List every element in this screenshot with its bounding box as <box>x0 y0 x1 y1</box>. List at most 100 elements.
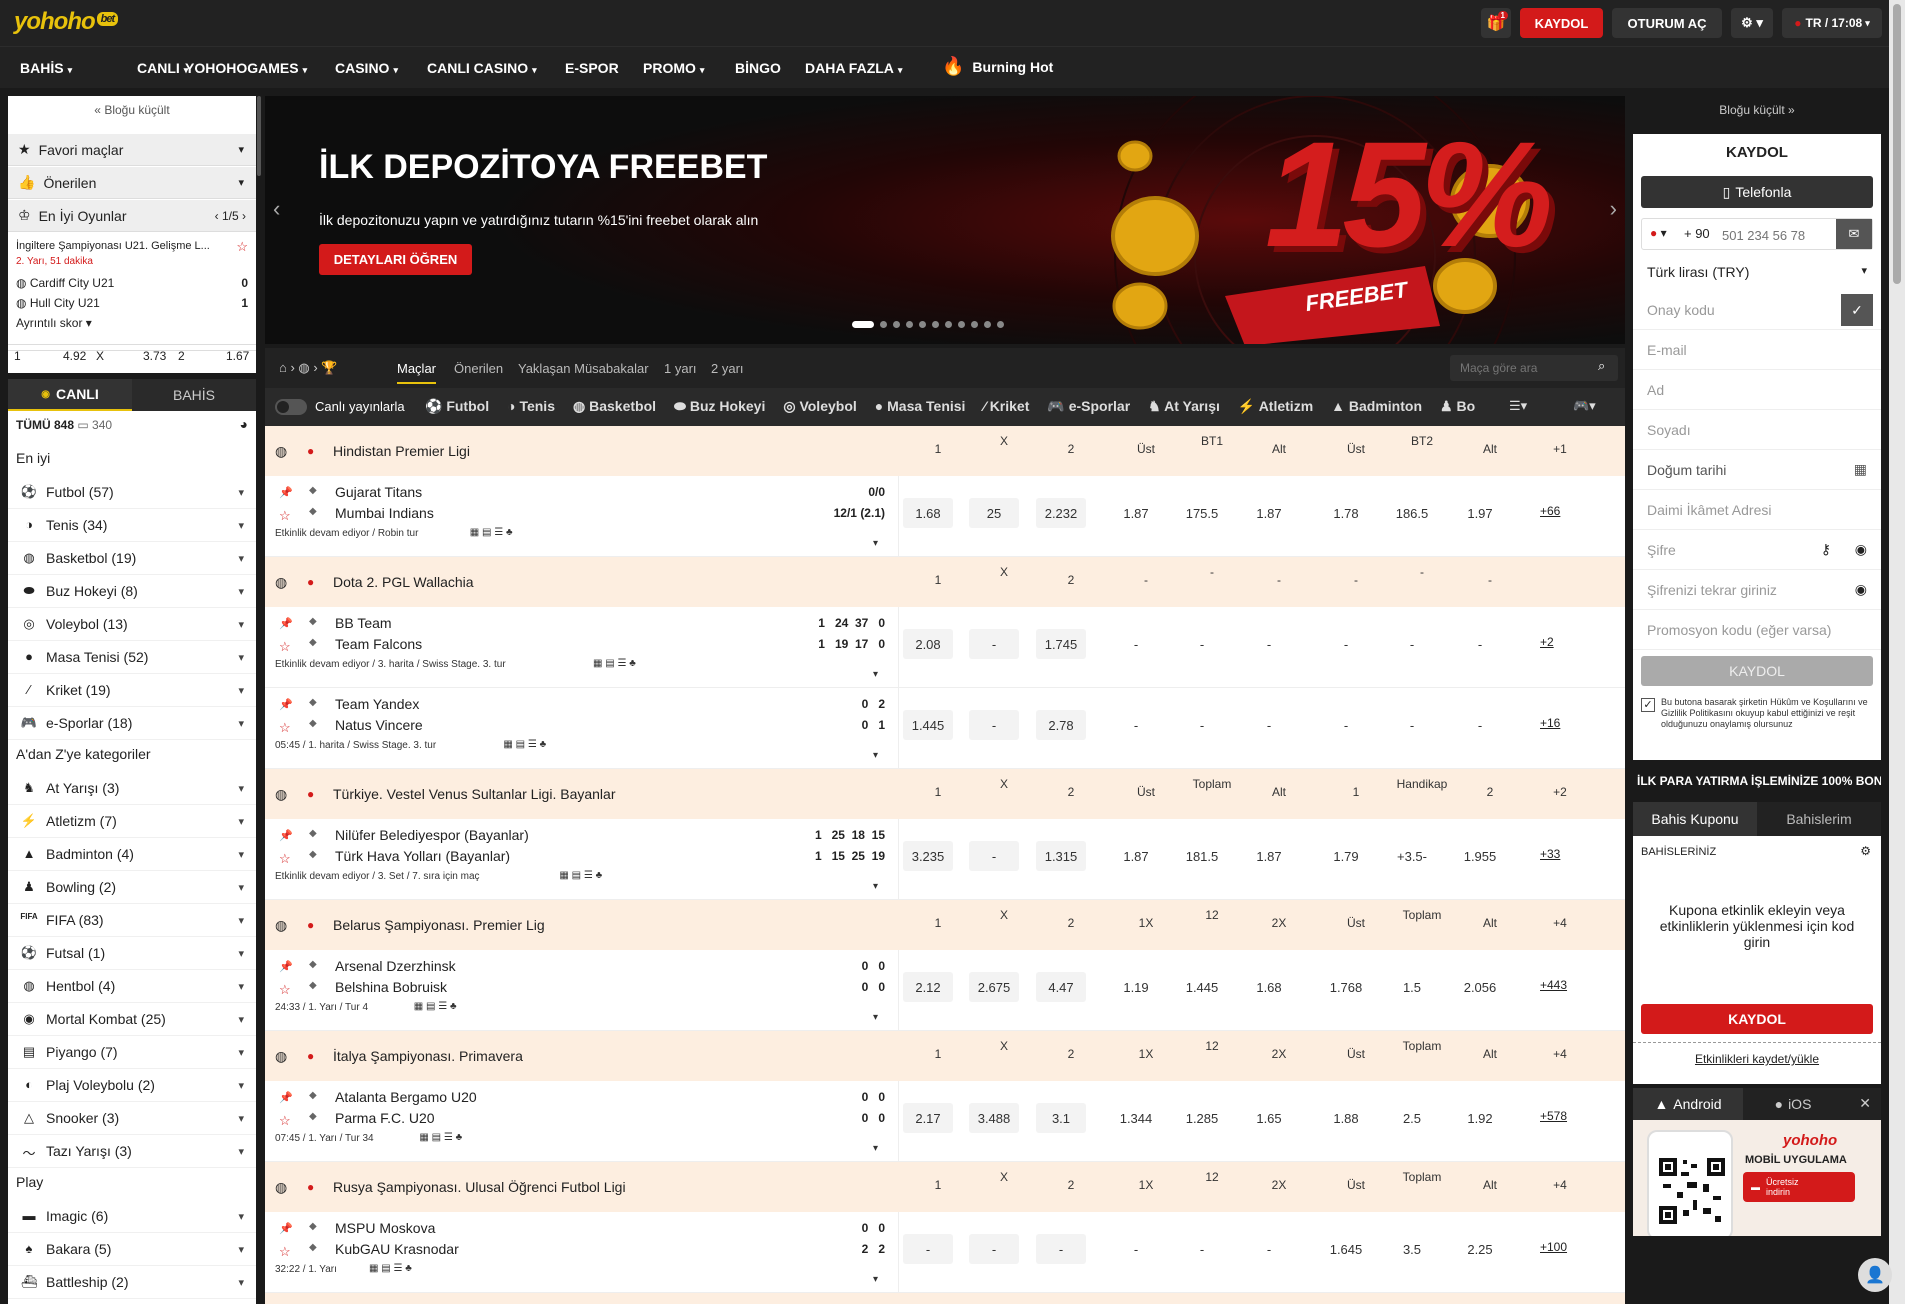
az-item-snooker[interactable]: △ Snooker (3) ▾ <box>8 1102 256 1135</box>
more-markets-link[interactable]: +2 <box>1540 635 1554 649</box>
odd-button[interactable]: - <box>1321 710 1371 740</box>
more-markets-link[interactable]: +100 <box>1540 1240 1567 1254</box>
sport-tab-basketbol[interactable]: ◍ Basketbol <box>573 398 656 415</box>
banner-dots[interactable] <box>852 321 1004 328</box>
odd-button[interactable]: - <box>1244 1234 1294 1264</box>
league-header[interactable]: ◍ ● Belarus Şampiyonası. Premier Lig 1 X 2 1X 1… <box>265 900 1625 950</box>
stats-icon[interactable]: ▦ ▤ ☰ ♣ <box>503 739 546 750</box>
favorite-star-icon[interactable]: ☆ <box>279 639 291 655</box>
banner-next-icon[interactable]: › <box>1610 196 1617 222</box>
odd-button[interactable]: 2.5 <box>1387 1103 1437 1133</box>
close-icon[interactable]: ✕ <box>1859 1095 1871 1112</box>
nav-bingo[interactable]: BİNGO <box>735 60 781 76</box>
odd-button[interactable]: - <box>969 629 1019 659</box>
key-icon[interactable]: ⚷ <box>1821 541 1831 558</box>
home-icon[interactable]: ⌂ <box>279 360 287 375</box>
odd-button[interactable]: 1.87 <box>1111 498 1161 528</box>
tab-onerilen[interactable]: Önerilen <box>454 361 503 376</box>
collapse-right-button[interactable]: Bloğu küçült » <box>1633 96 1881 124</box>
sport-item-futbol[interactable]: ⚽ Futbol (57) ▾ <box>8 476 256 509</box>
odd-button[interactable]: - <box>1177 1234 1227 1264</box>
check-icon[interactable]: ✓ <box>1841 294 1873 326</box>
sport-tab-buz-hokeyi[interactable]: ⬬ Buz Hokeyi <box>674 398 765 415</box>
odd-button[interactable]: - <box>1321 629 1371 659</box>
odd-button[interactable]: 1.19 <box>1111 972 1161 1002</box>
save-load-link[interactable]: Etkinlikleri kaydet/yükle <box>1633 1052 1881 1066</box>
sport-tab-bowling[interactable]: ♟ Bo <box>1440 398 1475 415</box>
az-item-fifa[interactable]: FIFA FIFA (83) ▾ <box>8 904 256 937</box>
sport-item-e-sporlar[interactable]: 🎮 e-Sporlar (18) ▾ <box>8 707 256 740</box>
banner-dot[interactable] <box>932 321 939 328</box>
league-header[interactable]: ◍ ● Hindistan Premier Ligi 1 X 2 Üst BT1 Alt Üst B… <box>265 426 1625 476</box>
pin-icon[interactable]: 📌 <box>279 960 293 973</box>
favorites-header[interactable]: ★ Favori maçlar ▾ <box>8 134 256 166</box>
odd-button[interactable]: 1.285 <box>1177 1103 1227 1133</box>
password-repeat-field[interactable]: Şifrenizi tekrar giriniz ◉ <box>1633 570 1881 610</box>
odd-button[interactable]: 1.68 <box>903 498 953 528</box>
first-name-field[interactable]: Ad <box>1633 370 1881 410</box>
sport-tab-kriket[interactable]: ⁄ Kriket <box>983 398 1029 415</box>
odd-button[interactable]: - <box>1111 629 1161 659</box>
top-games-pager[interactable]: ‹ 1/5 › <box>215 209 246 223</box>
odd-button[interactable]: 3.488 <box>969 1103 1019 1133</box>
nav-promo[interactable]: PROMO ▾ <box>643 60 704 76</box>
league-header[interactable]: ◍ ● Türkiye. Vestel Venus Sultanlar Ligi. … <box>265 769 1625 819</box>
expand-chevron-icon[interactable]: ▾ <box>873 881 878 892</box>
odd-button[interactable]: 2.12 <box>903 972 953 1002</box>
tab-android[interactable]: ▲ Android <box>1633 1088 1743 1120</box>
register-button[interactable]: KAYDOL <box>1520 8 1603 38</box>
odd-button[interactable]: 1.315 <box>1036 841 1086 871</box>
more-markets-link[interactable]: +16 <box>1540 716 1560 730</box>
odd-button[interactable]: 1.65 <box>1244 1103 1294 1133</box>
login-button[interactable]: OTURUM AÇ <box>1612 8 1722 38</box>
expand-chevron-icon[interactable]: ▾ <box>873 750 878 761</box>
event-row[interactable]: 📌 ☆ ◆ ◆ BB Team Team Falcons 1 24 37 0 1 19 17 … <box>265 607 1625 688</box>
favorite-star-icon[interactable]: ☆ <box>279 508 291 524</box>
favorite-star-icon[interactable]: ☆ <box>279 851 291 867</box>
sport-item-tenis[interactable]: ◑ Tenis (34) ▾ <box>8 509 256 542</box>
pin-icon[interactable]: 📌 <box>279 1091 293 1104</box>
odd-button[interactable]: 2.232 <box>1036 498 1086 528</box>
birthdate-field[interactable]: Doğum tarihi ▦ <box>1633 450 1881 490</box>
az-item-plaj-voleybolu[interactable]: ◐ Plaj Voleybolu (2) ▾ <box>8 1069 256 1102</box>
odd-button[interactable]: - <box>1177 629 1227 659</box>
sport-tab-badminton[interactable]: ▲ Badminton <box>1331 398 1422 415</box>
banner-dot[interactable] <box>919 321 926 328</box>
stats-icon[interactable]: ▦ ▤ ☰ ♣ <box>369 1263 412 1274</box>
odd-button[interactable]: - <box>1111 1234 1161 1264</box>
odd-button[interactable]: - <box>1455 710 1505 740</box>
expand-chevron-icon[interactable]: ▾ <box>873 669 878 680</box>
promo-marquee[interactable]: İLK PARA YATIRMA İŞLEMİNİZE 100% BON... <box>1633 768 1881 794</box>
az-item-at-yarisi[interactable]: ♞ At Yarışı (3) ▾ <box>8 772 256 805</box>
az-item-mortal-kombat[interactable]: ◉ Mortal Kombat (25) ▾ <box>8 1003 256 1036</box>
odd-button[interactable]: 2.675 <box>969 972 1019 1002</box>
nav-canli[interactable]: CANLI ▾ <box>137 60 188 76</box>
breadcrumb[interactable]: ⌂ › ◍ › 🏆 <box>279 360 338 376</box>
odd-button[interactable]: 1.79 <box>1321 841 1371 871</box>
stats-icon[interactable]: ▦ ▤ ☰ ♣ <box>414 1001 457 1012</box>
odd-button[interactable]: 1.87 <box>1244 841 1294 871</box>
event-row[interactable]: 📌 ☆ ◆ ◆ Nilüfer Belediyespor (Bayanlar) Türk … <box>265 819 1625 900</box>
sport-item-masa-tenisi[interactable]: ● Masa Tenisi (52) ▾ <box>8 641 256 674</box>
odd-button[interactable]: - <box>969 841 1019 871</box>
currency-select[interactable]: Türk lirası (TRY) <box>1647 264 1749 280</box>
sport-tab-at-yarisi[interactable]: ♞ At Yarışı <box>1148 398 1220 415</box>
banner-dot[interactable] <box>880 321 887 328</box>
email-field[interactable]: E-mail <box>1633 330 1881 370</box>
odd-button[interactable]: - <box>1111 710 1161 740</box>
detailed-score-link[interactable]: Ayrıntılı skor ▾ <box>16 316 92 330</box>
tab-maclar[interactable]: Maçlar <box>397 361 437 384</box>
odd-button[interactable]: 1.344 <box>1111 1103 1161 1133</box>
recommended-header[interactable]: 👍 Önerilen ▾ <box>8 167 256 199</box>
banner-dot[interactable] <box>971 321 978 328</box>
odd-button[interactable]: 1.88 <box>1321 1103 1371 1133</box>
favorite-star-icon[interactable]: ☆ <box>279 1244 291 1260</box>
banner-dot[interactable] <box>997 321 1004 328</box>
odd-button[interactable]: 1.745 <box>1036 629 1086 659</box>
tab-bet-slip[interactable]: Bahis Kuponu <box>1633 802 1757 836</box>
slip-register-button[interactable]: KAYDOL <box>1641 1004 1873 1034</box>
tab-2-yari[interactable]: 2 yarı <box>711 361 744 376</box>
left-scrollbar[interactable] <box>257 96 261 176</box>
promo-code-field[interactable]: Promosyon kodu (eğer varsa) <box>1633 610 1881 650</box>
pin-icon[interactable]: 📌 <box>279 1222 293 1235</box>
